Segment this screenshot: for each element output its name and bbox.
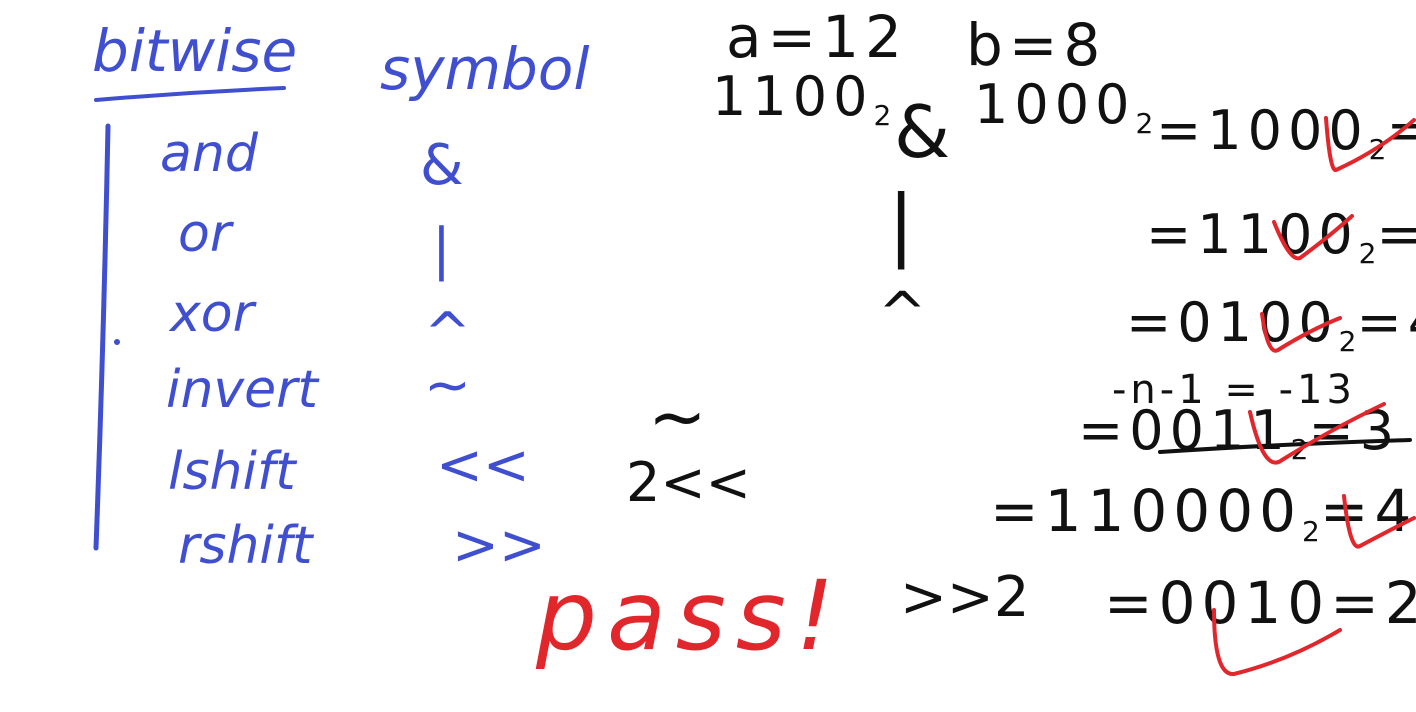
check-mark-xor: [1260, 312, 1342, 353]
check-mark-or: [1272, 214, 1354, 261]
invert-strike-line: [1158, 438, 1412, 454]
check-mark-rshift: [1212, 608, 1342, 676]
bracket-dot: [114, 339, 120, 345]
whiteboard-canvas: bitwise symbol and or xor invert lshift …: [0, 0, 1416, 712]
table-bracket-line: [93, 123, 111, 551]
check-mark-and: [1324, 116, 1416, 172]
check-mark-invert: [1248, 402, 1386, 465]
header-underline: [94, 86, 286, 102]
check-mark-lshift: [1342, 494, 1416, 549]
hand-drawn-strokes: [93, 86, 1416, 676]
